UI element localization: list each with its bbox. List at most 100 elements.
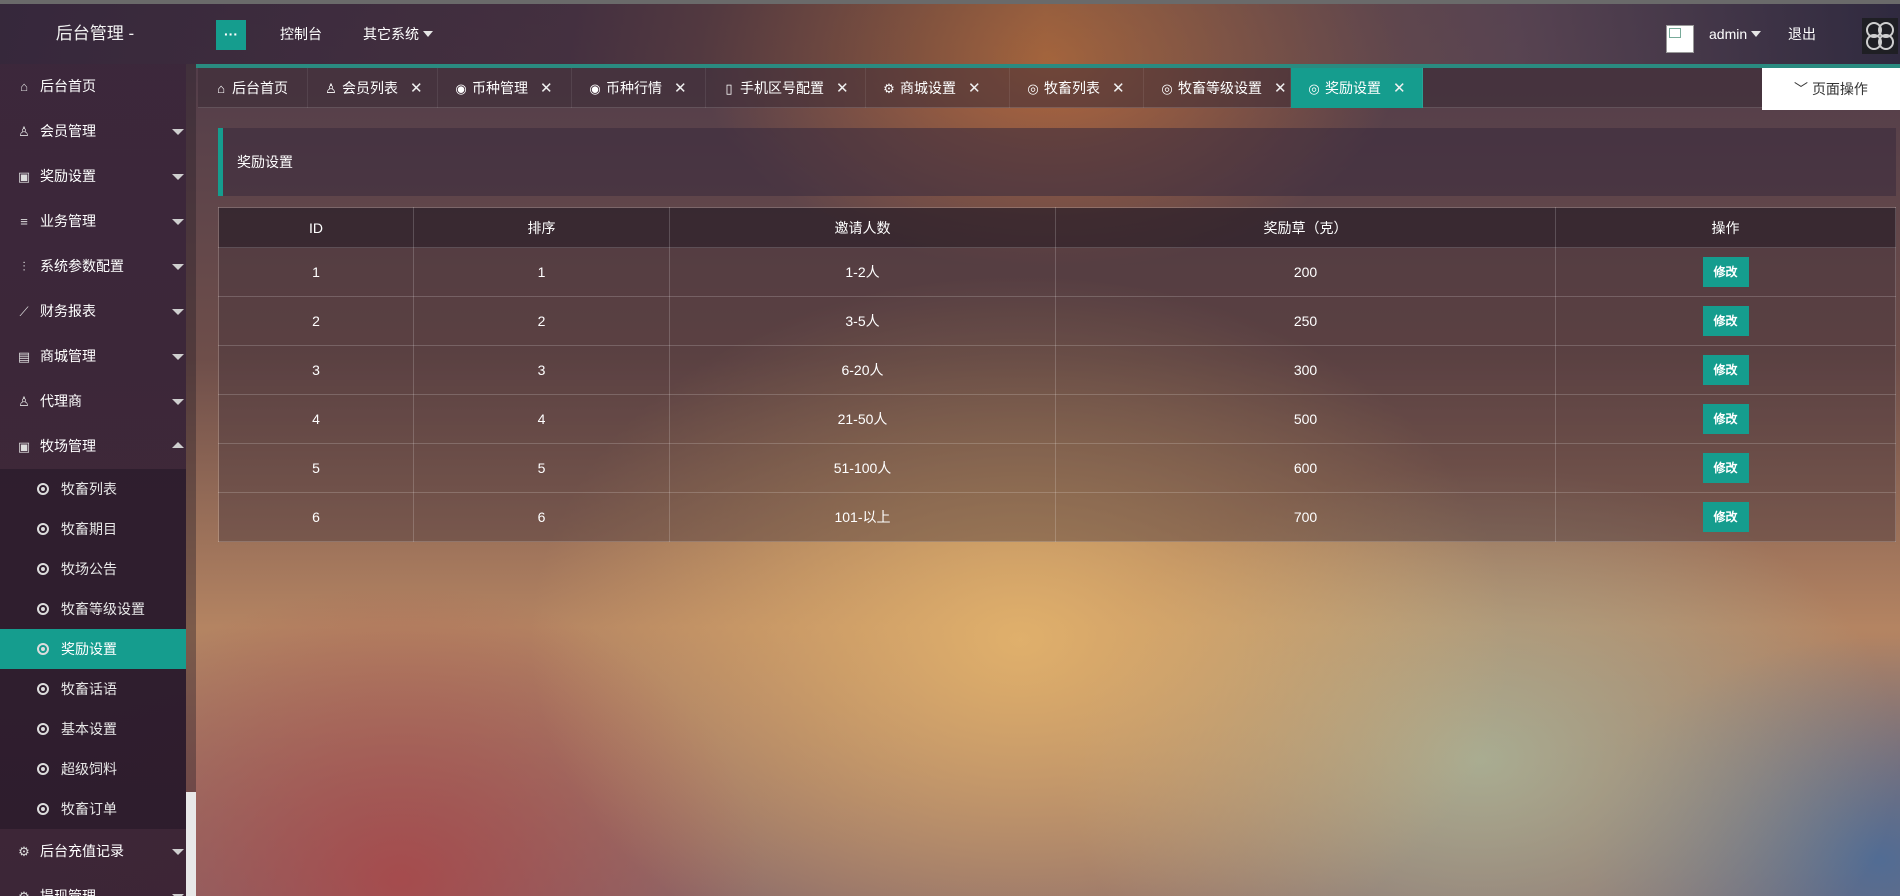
sidebar-item-label: 系统参数配置	[40, 258, 124, 274]
tab[interactable]: ⚙ 商城设置 ✕	[866, 68, 1010, 108]
user-menu[interactable]: admin	[1709, 4, 1762, 64]
phone-icon: ▯	[725, 81, 733, 96]
sidebar-subitem[interactable]: 牧畜期目	[0, 509, 186, 549]
table-cell: 300	[1055, 345, 1556, 395]
sidebar-item[interactable]: ▣ 奖励设置	[0, 154, 186, 199]
chart-icon: ⟋	[19, 304, 29, 319]
col-id: ID	[218, 207, 414, 248]
close-icon[interactable]: ✕	[1274, 69, 1287, 109]
caret-down-icon	[172, 219, 184, 225]
list-icon: ≡	[20, 214, 28, 229]
caret-down-icon	[172, 309, 184, 315]
sidebar-subitem-label: 奖励设置	[61, 641, 117, 657]
sidebar-subitem[interactable]: 基本设置	[0, 709, 186, 749]
tab-label: 商城设置	[900, 80, 956, 96]
sidebar-subitem[interactable]: 牧畜订单	[0, 789, 186, 829]
avatar[interactable]	[1666, 25, 1694, 53]
brand-title: 后台管理 -	[55, 24, 135, 43]
panel-title: 奖励设置	[218, 128, 1896, 196]
circle-icon	[37, 483, 49, 495]
scrollbar-thumb[interactable]	[186, 792, 196, 896]
tab[interactable]: ◎ 牧畜列表 ✕	[1010, 68, 1144, 108]
nav-other-systems[interactable]: 其它系统	[363, 4, 433, 64]
home-icon: ⌂	[20, 79, 28, 94]
tab-label: 牧畜列表	[1044, 80, 1100, 96]
close-icon[interactable]: ✕	[410, 69, 423, 109]
circle-icon	[37, 723, 49, 735]
sidebar-item[interactable]: ▤ 商城管理	[0, 334, 186, 379]
close-icon[interactable]: ✕	[1393, 69, 1406, 109]
logout-link[interactable]: 退出	[1788, 4, 1816, 64]
tab-label: 手机区号配置	[740, 80, 824, 96]
edit-button[interactable]: 修改	[1702, 404, 1749, 434]
circle-icon	[37, 643, 49, 655]
table-cell: 200	[1055, 247, 1556, 297]
tab-label: 后台首页	[232, 80, 288, 96]
tab[interactable]: ◎ 牧畜等级设置 ✕	[1144, 68, 1291, 108]
gear-icon: ⚙	[883, 81, 895, 96]
table-header-row: ID 排序 邀请人数 奖励草（克） 操作	[218, 207, 1896, 248]
sidebar-subitem[interactable]: 牧畜等级设置	[0, 589, 186, 629]
close-icon[interactable]: ✕	[836, 69, 849, 109]
page-operations-button[interactable]: ﹀ 页面操作	[1762, 68, 1900, 110]
tab-label: 币种管理	[472, 80, 528, 96]
sidebar-item[interactable]: ♙ 会员管理	[0, 109, 186, 154]
coin-icon: ◉	[455, 81, 467, 96]
sidebar-subitem[interactable]: 超级饲料	[0, 749, 186, 789]
table-row: 1 1 1-2人 200 修改	[218, 247, 1896, 297]
close-icon[interactable]: ✕	[674, 69, 687, 109]
tab[interactable]: ⌂ 后台首页	[198, 68, 308, 108]
tab[interactable]: ◉ 币种管理 ✕	[438, 68, 572, 108]
table-cell: 1	[218, 247, 414, 297]
sidebar-subitem-label: 牧畜期目	[61, 521, 117, 537]
sidebar-subitem-label: 牧畜等级设置	[61, 601, 145, 617]
sidebar-scrollbar[interactable]	[186, 64, 196, 896]
sidebar-item[interactable]: ♙ 代理商	[0, 379, 186, 424]
sidebar-item-label: 牧场管理	[40, 438, 96, 454]
sidebar-item[interactable]: ▣ 牧场管理	[0, 424, 186, 469]
tab-label: 奖励设置	[1325, 80, 1381, 96]
caret-down-icon	[172, 399, 184, 405]
edit-button[interactable]: 修改	[1702, 257, 1749, 287]
tab[interactable]: ◉ 币种行情 ✕	[572, 68, 706, 108]
logo-icon[interactable]	[1862, 18, 1898, 54]
gift-icon: ▣	[17, 439, 31, 454]
table-cell: 5	[413, 443, 670, 493]
table-cell: 6	[218, 492, 414, 542]
circle-icon	[37, 803, 49, 815]
close-icon[interactable]: ✕	[540, 69, 553, 109]
sidebar-submenu: 牧畜列表牧畜期目牧场公告牧畜等级设置 奖励设置牧畜话语 基本设置 超级饲料 牧畜订单	[0, 469, 186, 829]
sidebar-subitem[interactable]: 牧场公告	[0, 549, 186, 589]
col-invites: 邀请人数	[669, 207, 1056, 248]
tab[interactable]: ♙ 会员列表 ✕	[308, 68, 438, 108]
edit-button[interactable]: 修改	[1702, 453, 1749, 483]
circle-icon	[37, 523, 49, 535]
sidebar-item[interactable]: ⚙ 提现管理	[0, 874, 186, 896]
sidebar-item-label: 会员管理	[40, 123, 96, 139]
sidebar-item[interactable]: ≡ 业务管理	[0, 199, 186, 244]
sidebar-subitem[interactable]: 牧畜话语	[0, 669, 186, 709]
table-cell: 3	[218, 345, 414, 395]
sidebar-subitem[interactable]: 奖励设置	[0, 629, 186, 669]
sidebar-item[interactable]: ⌂ 后台首页	[0, 64, 186, 109]
menu-toggle-button[interactable]: ···	[216, 20, 246, 50]
circle-icon	[37, 603, 49, 615]
close-icon[interactable]: ✕	[1112, 69, 1125, 109]
table-cell-action: 修改	[1555, 296, 1896, 346]
tab[interactable]: ▯ 手机区号配置 ✕	[706, 68, 866, 108]
sidebar-item-label: 商城管理	[40, 348, 96, 364]
sidebar-item[interactable]: ⚙ 后台充值记录	[0, 829, 186, 874]
tab[interactable]: ◎ 奖励设置 ✕	[1291, 68, 1423, 108]
sidebar-subitem-label: 牧场公告	[61, 561, 117, 577]
close-icon[interactable]: ✕	[968, 69, 981, 109]
nav-console[interactable]: 控制台	[280, 4, 322, 64]
table-cell: 51-100人	[669, 443, 1056, 493]
table-row: 3 3 6-20人 300 修改	[218, 345, 1896, 395]
edit-button[interactable]: 修改	[1702, 502, 1749, 532]
sidebar-item[interactable]: ⫶ 系统参数配置	[0, 244, 186, 289]
edit-button[interactable]: 修改	[1702, 355, 1749, 385]
sidebar-subitem[interactable]: 牧畜列表	[0, 469, 186, 509]
sidebar-item[interactable]: ⟋ 财务报表	[0, 289, 186, 334]
edit-button[interactable]: 修改	[1702, 306, 1749, 336]
sliders-icon: ⫶	[22, 259, 26, 274]
